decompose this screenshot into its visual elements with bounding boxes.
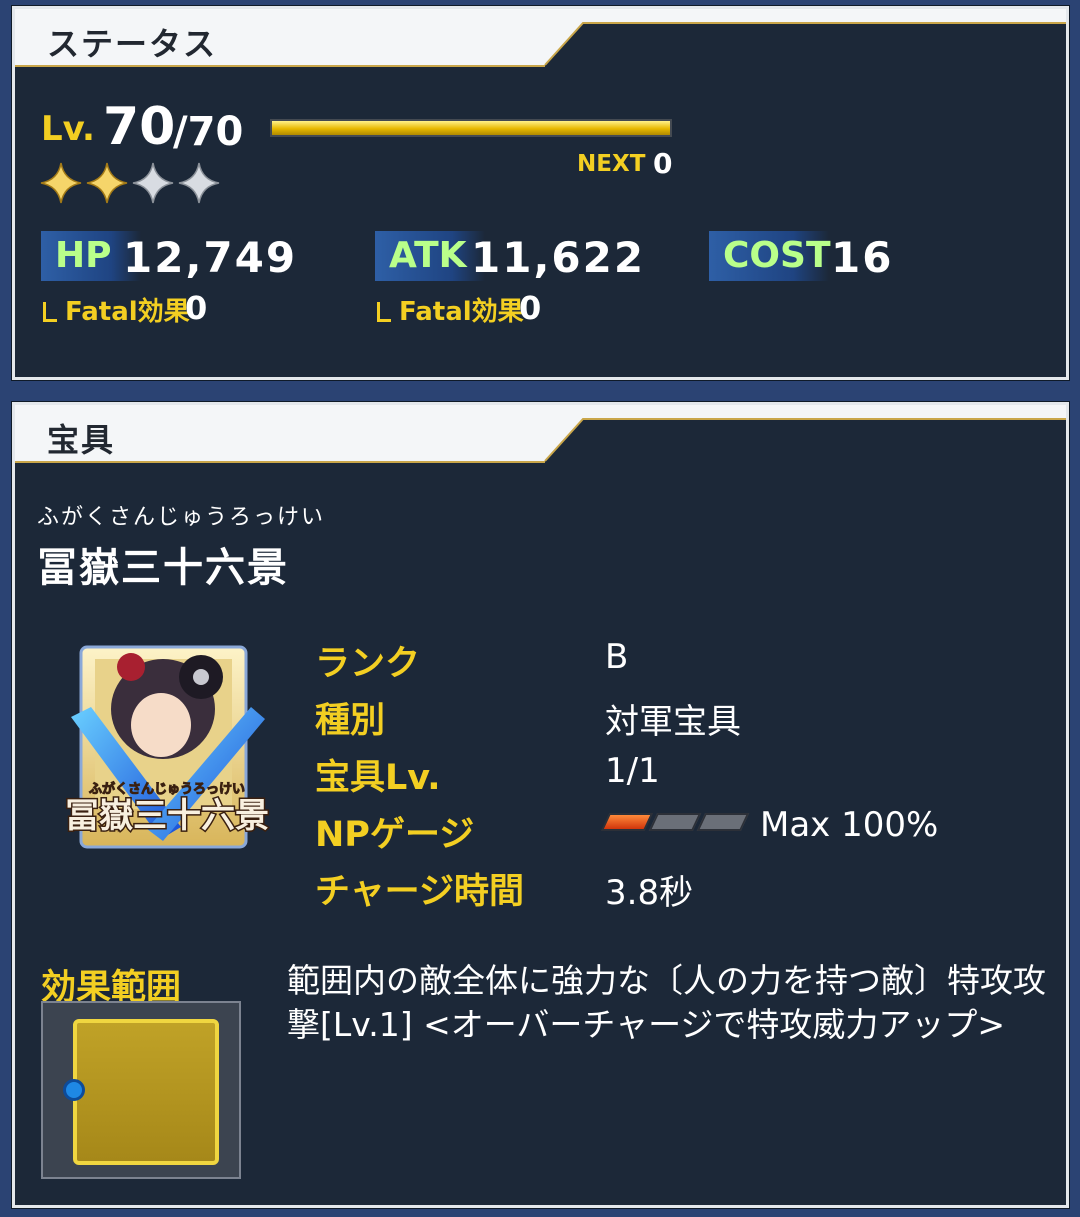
atk-fatal-value: 0 — [519, 289, 542, 327]
hp-value: 12,749 — [123, 233, 298, 282]
np-gauge-max: Max 100% — [760, 805, 939, 845]
np-ruby: ふがくさんじゅうろっけい — [37, 505, 326, 530]
charge-label: チャージ時間 — [315, 872, 524, 912]
np-panel-header: 宝具 — [15, 405, 1066, 467]
np-gauge-segment — [600, 813, 654, 831]
np-gauge-segment — [648, 813, 702, 831]
status-header-title: ステータス — [47, 25, 218, 63]
hp-fatal-value: 0 — [185, 289, 208, 327]
corner-icon — [377, 302, 391, 322]
type-label: 種別 — [315, 701, 386, 741]
level-max: /70 — [173, 109, 244, 155]
atk-tag: ATK — [375, 231, 485, 281]
star-filled-icon — [86, 162, 128, 204]
next-value: 0 — [653, 147, 673, 180]
rank-label: ランク — [315, 644, 421, 684]
np-header-title: 宝具 — [47, 421, 116, 459]
np-gauge — [600, 813, 750, 831]
atk-fatal-label: Fatal効果 — [377, 291, 524, 328]
status-panel: ステータス Lv. 70 /70 NEXT 0 HP 12,749 Fatal効… — [12, 6, 1069, 380]
rank-value: B — [605, 637, 629, 677]
exp-bar — [270, 119, 672, 137]
effect-text: 範囲内の敵全体に強力な〔人の力を持つ敵〕特攻攻撃[Lv.1] <オーバーチャージ… — [287, 961, 1046, 1044]
level-current: 70 — [103, 97, 176, 157]
np-gauge-segment — [696, 813, 750, 831]
corner-icon — [43, 302, 57, 322]
star-empty-icon — [132, 162, 174, 204]
atk-value: 11,622 — [471, 233, 646, 282]
level-label: Lv. — [41, 109, 95, 149]
range-diagram — [41, 1001, 241, 1179]
star-empty-icon — [178, 162, 220, 204]
np-level-label: 宝具Lv. — [315, 758, 441, 798]
exp-bar-fill — [272, 121, 670, 135]
rarity-stars — [39, 161, 221, 205]
svg-text:ふがくさんじゅうろっけい: ふがくさんじゅうろっけい — [89, 781, 245, 797]
next-label: NEXT — [577, 151, 646, 177]
type-value: 対軍宝具 — [605, 702, 741, 742]
range-area — [73, 1019, 219, 1165]
svg-text:冨嶽三十六景: 冨嶽三十六景 — [65, 796, 269, 836]
charge-value: 3.8秒 — [605, 873, 694, 913]
np-name: 冨嶽三十六景 — [37, 545, 289, 591]
np-gauge-label: NPゲージ — [315, 815, 475, 855]
hp-fatal-label: Fatal効果 — [43, 291, 190, 328]
range-origin-icon — [63, 1079, 85, 1101]
noble-phantasm-panel: 宝具 ふがくさんじゅうろっけい 冨嶽三十六景 ふがくさんじゅうろっけい 冨嶽三十… — [12, 402, 1069, 1208]
cost-tag: COST — [709, 231, 831, 281]
status-panel-header: ステータス — [15, 9, 1066, 71]
np-level-value: 1/1 — [605, 751, 660, 791]
star-filled-icon — [40, 162, 82, 204]
cost-value: 16 — [831, 233, 894, 282]
np-card-image: ふがくさんじゅうろっけい 冨嶽三十六景 — [64, 645, 271, 849]
